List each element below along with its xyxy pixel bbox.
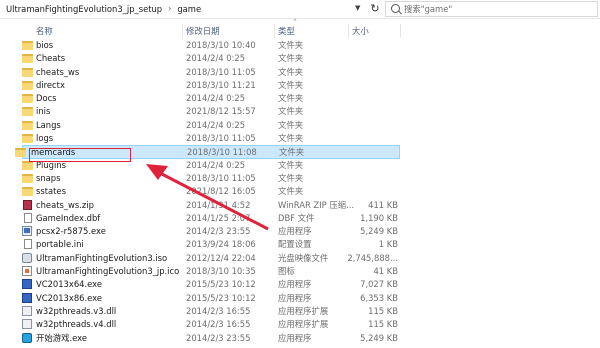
arrow-annotation — [146, 164, 269, 231]
